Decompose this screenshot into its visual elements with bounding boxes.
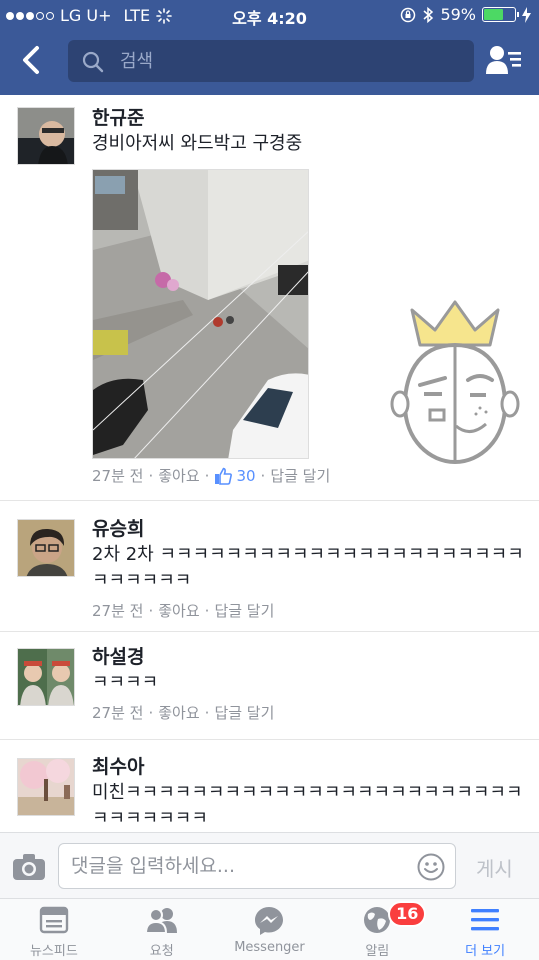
comment-author[interactable]: 한규준 [92,105,525,131]
comment-composer: 게시 [0,832,539,898]
comment-item: 유승희 2차 2차 ㅋㅋㅋㅋㅋㅋㅋㅋㅋㅋㅋㅋㅋㅋㅋㅋㅋㅋㅋㅋㅋㅋㅋㅋㅋㅋㅋㅋ 2… [0,501,539,632]
battery-percent: 59% [440,5,476,24]
comment-author[interactable]: 하설경 [92,644,525,670]
comment-time: 27분 전 [92,467,144,485]
reply-link[interactable]: 답글 달기 [214,600,274,622]
comment-text: 2차 2차 ㅋㅋㅋㅋㅋㅋㅋㅋㅋㅋㅋㅋㅋㅋㅋㅋㅋㅋㅋㅋㅋㅋㅋㅋㅋㅋㅋㅋ [92,544,524,591]
comment-input[interactable] [71,844,411,888]
tab-messenger[interactable]: Messenger [216,899,324,960]
avatar[interactable] [17,519,75,577]
comment-text: 경비아저씨 와드박고 구경중 [92,133,303,154]
search-icon [82,51,104,73]
search-input[interactable] [120,40,460,82]
avatar[interactable] [17,107,75,165]
notification-badge: 16 [388,901,427,927]
sticker-button[interactable] [417,853,445,881]
camera-button[interactable] [12,853,46,881]
comment-item: 하설경 ㅋㅋㅋㅋ 27분 전 · 좋아요 · 답글 달기 [0,632,539,740]
top-bar: LG U+ LTE 오후 4:20 59% [0,0,539,95]
search-bar[interactable] [68,40,474,82]
comment-author[interactable]: 최수아 [92,754,525,780]
like-link[interactable]: 좋아요 [158,702,199,724]
post-button[interactable]: 게시 [476,853,513,882]
comment-box[interactable] [58,843,456,889]
reply-link[interactable]: 답글 달기 [270,465,330,487]
tab-bar: 뉴스피드 요청 Messenger 16 알림 더 보기 [0,898,539,960]
friends-list-button[interactable] [486,44,522,76]
menu-icon [471,909,500,931]
like-count[interactable]: 30 [214,465,256,487]
charging-icon [522,6,531,23]
battery-icon [482,7,519,22]
tab-requests[interactable]: 요청 [108,899,216,960]
tab-news-feed[interactable]: 뉴스피드 [0,899,108,960]
status-bar: LG U+ LTE 오후 4:20 59% [0,0,539,30]
comment-photo[interactable] [92,169,309,459]
crown-face-sticker-icon [390,300,520,465]
back-button[interactable] [18,44,46,76]
comment-text: 미친ㅋㅋㅋㅋㅋㅋㅋㅋㅋㅋㅋㅋㅋㅋㅋㅋㅋㅋㅋㅋㅋㅋㅋㅋㅋㅋㅋㅋㅋㅋㅋ [92,782,523,829]
comment-item: 최수아 미친ㅋㅋㅋㅋㅋㅋㅋㅋㅋㅋㅋㅋㅋㅋㅋㅋㅋㅋㅋㅋㅋㅋㅋㅋㅋㅋㅋㅋㅋㅋㅋ [0,740,539,832]
messenger-icon [255,907,284,935]
like-link[interactable]: 좋아요 [158,465,199,487]
comment-time: 27분 전 [92,704,144,722]
like-link[interactable]: 좋아요 [158,600,199,622]
comment-author[interactable]: 유승희 [92,516,525,542]
thumbs-up-icon [215,467,233,485]
reply-link[interactable]: 답글 달기 [214,702,274,724]
tab-more[interactable]: 더 보기 [431,899,539,960]
news-feed-icon [39,906,69,934]
avatar[interactable] [17,758,75,816]
tab-notifications[interactable]: 16 알림 [323,899,431,960]
rotation-lock-icon [401,7,416,22]
comment-time: 27분 전 [92,602,144,620]
bluetooth-icon [423,6,434,23]
friend-requests-icon [144,908,177,934]
avatar[interactable] [17,648,75,706]
comment-text: ㅋㅋㅋㅋ [92,672,159,693]
